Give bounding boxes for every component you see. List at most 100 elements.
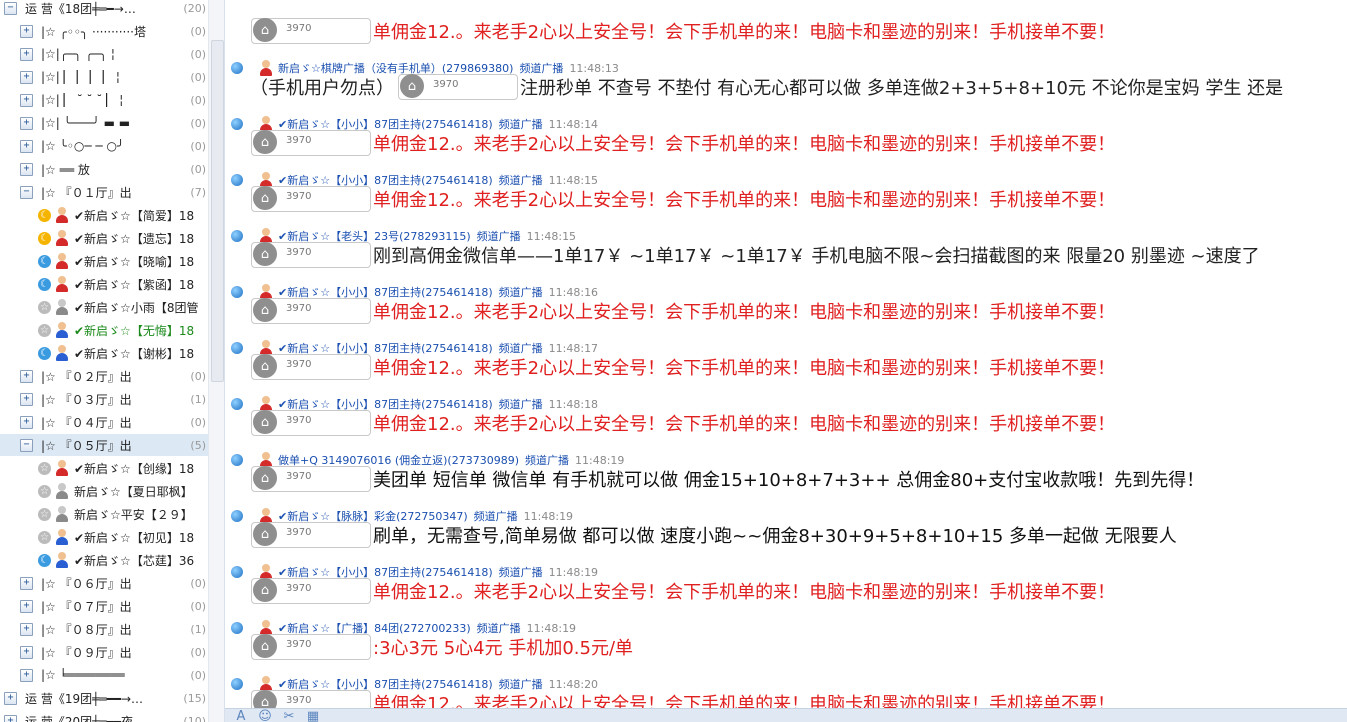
user-card-bubble[interactable]: ⌂ 3970	[251, 354, 371, 380]
contact-row[interactable]: ☾ ✔新启ゞ☆【晓喻】18	[0, 250, 208, 272]
scissors-icon[interactable]: ✂	[281, 709, 297, 722]
card-number: 3970	[286, 23, 312, 34]
tree-group-row[interactable]: − |☆ 『０５厅』出 (5)	[0, 434, 208, 456]
avatar	[55, 322, 69, 338]
globe-icon	[231, 118, 243, 130]
contact-row[interactable]: ☆ ✔新启ゞ☆【无悔】18	[0, 319, 208, 341]
group-count: (0)	[190, 116, 206, 130]
tree-group-row[interactable]: + |☆ ╘════════ (0)	[0, 664, 208, 686]
home-icon: ⌂	[253, 466, 277, 490]
user-card-bubble[interactable]: ⌂ 3970	[251, 298, 371, 324]
tree-group-row[interactable]: − 运 营《18团╪═━→… (20)	[0, 0, 208, 19]
expand-icon[interactable]: +	[20, 576, 33, 590]
group-label: |☆ 『０８厅』出	[41, 622, 132, 637]
avatar	[55, 253, 69, 269]
tree-group-row[interactable]: + |☆ 『０７厅』出 (0)	[0, 595, 208, 617]
contact-row[interactable]: ☾ ✔新启ゞ☆【遗忘】18	[0, 227, 208, 249]
card-number: 3970	[286, 247, 312, 258]
user-card-bubble[interactable]: ⌂ 3970	[251, 466, 371, 492]
expand-icon[interactable]: +	[20, 668, 33, 682]
message-text: 注册秒单 不查号 不垫付 有心无心都可以做 多单连做2+3+5+8+10元 不论…	[520, 78, 1284, 99]
message-body: ⌂ 3970 单佣金12.。来老手2心以上安全号！会下手机单的来！电脑卡和墨迹的别来…	[251, 353, 1115, 381]
collapse-icon[interactable]: −	[4, 1, 17, 15]
contact-row[interactable]: ☆ 新启ゞ☆平安【２９】	[0, 503, 208, 525]
message-body: ⌂ 3970:3心3元 5心4元 手机加0.5元/单	[251, 633, 633, 661]
expand-icon[interactable]: +	[20, 47, 33, 61]
font-icon[interactable]: A	[233, 709, 249, 722]
contact-row[interactable]: ☆ 新启ゞ☆【夏日耶枫】	[0, 480, 208, 502]
expand-icon[interactable]: +	[20, 392, 33, 406]
group-count: (15)	[183, 691, 206, 705]
user-card-bubble[interactable]: ⌂ 3970	[251, 186, 371, 212]
contact-row[interactable]: ☾ ✔新启ゞ☆【谢彬】18	[0, 342, 208, 364]
contact-row[interactable]: ☾ ✔新启ゞ☆【紫函】18	[0, 273, 208, 295]
tree-group-row[interactable]: + |☆ 『０９厅』出 (0)	[0, 641, 208, 663]
tree-group-row[interactable]: + 运 营《20团╪═━━夜… (10)	[0, 710, 208, 722]
avatar	[55, 460, 69, 476]
tree-group-row[interactable]: + |☆ ╭◦◦╮ ···········塔 (0)	[0, 20, 208, 42]
sidebar-scrollbar[interactable]	[208, 0, 224, 722]
avatar	[55, 345, 69, 361]
expand-icon[interactable]: +	[20, 116, 33, 130]
card-number: 3970	[286, 583, 312, 594]
tree-group-row[interactable]: + |☆ ╰◦○─ ─ ○╯ (0)	[0, 135, 208, 157]
contact-row[interactable]: ☾ ✔新启ゞ☆【简爱】18	[0, 204, 208, 226]
tree-group-row[interactable]: + |☆|╭─╮ ╭─╮ ¦ (0)	[0, 43, 208, 65]
expand-icon[interactable]: +	[20, 162, 33, 176]
expand-icon[interactable]: +	[20, 415, 33, 429]
group-count: (0)	[190, 93, 206, 107]
avatar	[55, 207, 69, 223]
user-card-bubble[interactable]: ⌂ 3970	[251, 634, 371, 660]
home-icon: ⌂	[253, 242, 277, 266]
expand-icon[interactable]: +	[20, 139, 33, 153]
contact-name: ✔新启ゞ☆【谢彬】18	[74, 346, 195, 361]
message-body: （手机用户勿点） ⌂ 3970 注册秒单 不查号 不垫付 有心无心都可以做 多单连做2…	[250, 73, 1284, 101]
tree-group-row[interactable]: + |☆| ▏ ▏ ▏ ▏ ¦ (0)	[0, 66, 208, 88]
away-status-icon: ☆	[38, 323, 51, 337]
message-text: 单佣金12.。来老手2心以上安全号！会下手机单的来！电脑卡和墨迹的别来！手机接单…	[373, 582, 1116, 603]
user-card-bubble[interactable]: ⌂ 3970	[398, 74, 518, 100]
group-count: (20)	[183, 1, 206, 15]
tree-group-row[interactable]: + |☆ 『０８厅』出 (1)	[0, 618, 208, 640]
user-card-bubble[interactable]: ⌂ 3970	[251, 578, 371, 604]
contact-row[interactable]: ☆ ✔新启ゞ☆【初见】18	[0, 526, 208, 548]
contact-row[interactable]: ☆ ✔新启ゞ☆【创缘】18	[0, 457, 208, 479]
image-icon[interactable]: ▦	[305, 709, 321, 722]
collapse-icon[interactable]: −	[20, 438, 33, 452]
tree-group-row[interactable]: + |☆ 『０３厅』出 (1)	[0, 388, 208, 410]
sidebar-contact-tree: − 运 营《18团╪═━→… (20) + |☆ ╭◦◦╮ ···········塔 (0…	[0, 0, 225, 722]
tree-group-row[interactable]: + 运 营《19团╪═━━→… (15)	[0, 687, 208, 709]
user-card-bubble[interactable]: ⌂ 3970	[251, 410, 371, 436]
moon-status-icon: ☾	[38, 231, 51, 245]
tree-group-row[interactable]: + |☆ 『０２厅』出 (0)	[0, 365, 208, 387]
tree-group-row[interactable]: + |☆ ══ 放 (0)	[0, 158, 208, 180]
expand-icon[interactable]: +	[20, 599, 33, 613]
tree-group-row[interactable]: + |☆ 『０６厅』出 (0)	[0, 572, 208, 594]
expand-icon[interactable]: +	[4, 714, 17, 722]
expand-icon[interactable]: +	[20, 622, 33, 636]
tree-group-row[interactable]: − |☆ 『０１厅』出 (7)	[0, 181, 208, 203]
contact-row[interactable]: ☾ ✔新启ゞ☆【芯莛】36	[0, 549, 208, 571]
expand-icon[interactable]: +	[20, 369, 33, 383]
user-card-bubble[interactable]: ⌂ 3970	[251, 522, 371, 548]
tree-group-row[interactable]: + |☆| ╰───╯ ▬ ▬ (0)	[0, 112, 208, 134]
expand-icon[interactable]: +	[20, 70, 33, 84]
user-card-bubble[interactable]: ⌂ 3970	[251, 690, 371, 708]
scrollbar-thumb[interactable]	[211, 40, 224, 382]
expand-icon[interactable]: +	[20, 645, 33, 659]
tree-group-row[interactable]: + |☆ 『０４厅』出 (0)	[0, 411, 208, 433]
group-count: (0)	[190, 668, 206, 682]
tree-group-row[interactable]: + |☆| ▏ ˘ ˘ ˘ ▏ ¦ (0)	[0, 89, 208, 111]
expand-icon[interactable]: +	[4, 691, 17, 705]
group-label: 运 营《19团╪═━━→…	[25, 691, 144, 706]
contact-name: ✔新启ゞ☆【紫函】18	[74, 277, 195, 292]
user-card-bubble[interactable]: ⌂ 3970	[251, 18, 371, 44]
contact-row[interactable]: ☆ ✔新启ゞ☆小雨【8团管	[0, 296, 208, 318]
collapse-icon[interactable]: −	[20, 185, 33, 199]
contact-name: 新启ゞ☆平安【２９】	[74, 507, 193, 522]
user-card-bubble[interactable]: ⌂ 3970	[251, 242, 371, 268]
expand-icon[interactable]: +	[20, 24, 33, 38]
emoji-icon[interactable]: ☺	[257, 709, 273, 722]
expand-icon[interactable]: +	[20, 93, 33, 107]
user-card-bubble[interactable]: ⌂ 3970	[251, 130, 371, 156]
